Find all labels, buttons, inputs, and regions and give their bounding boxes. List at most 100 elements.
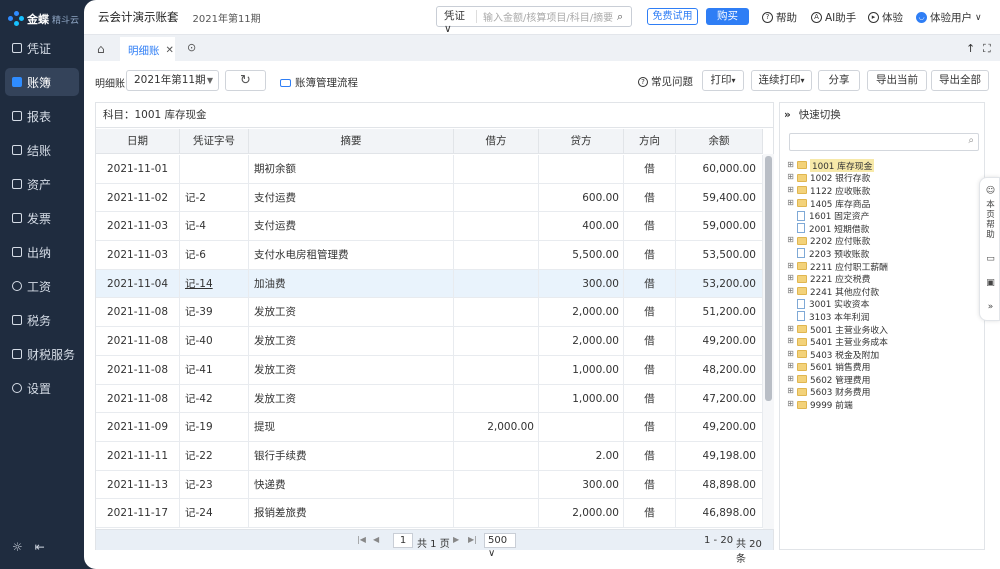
table-row[interactable]: 2021-11-17 记-24 报销差旅费 2,000.00 借 46,898.00 — [96, 499, 763, 528]
free-trial-button[interactable]: 免费试用 — [647, 8, 698, 25]
refresh-button[interactable]: ↻ — [225, 70, 266, 91]
expand-icon[interactable]: ⊞ — [786, 173, 795, 182]
voucher-cell[interactable]: 记-22 — [180, 441, 249, 470]
theme-icon[interactable]: ☼ — [12, 540, 23, 554]
quick-search-input[interactable]: ⌕ — [789, 133, 979, 151]
expand-icon[interactable]: ⊞ — [786, 274, 795, 283]
voucher-cell[interactable]: 记-41 — [180, 355, 249, 384]
chat-icon[interactable]: ☺ — [984, 186, 997, 196]
tree-node[interactable]: ⊞ 1122 应收账款 — [786, 184, 982, 197]
experience-link[interactable]: ▸ 体验 — [868, 10, 903, 25]
column-header[interactable]: 摘要 — [249, 129, 454, 154]
voucher-cell[interactable]: 记-40 — [180, 327, 249, 355]
column-header[interactable]: 凭证字号 — [180, 129, 249, 154]
tree-node[interactable]: ⊞ 5602 管理费用 — [786, 373, 982, 386]
tree-node[interactable]: ⊞ 5603 财务费用 — [786, 386, 982, 399]
tree-node[interactable]: ⊞ 2221 应交税费 — [786, 272, 982, 286]
brand-logo[interactable]: 金蝶 精斗云 — [8, 9, 79, 29]
faq-link[interactable]: ? 常见问题 — [638, 74, 693, 89]
sidebar-item[interactable]: 账簿 — [5, 68, 79, 96]
share-button[interactable]: 分享 — [818, 70, 860, 91]
sidebar-item[interactable]: 结账 — [5, 136, 79, 164]
tab-list-icon[interactable]: ⊙ — [187, 41, 196, 54]
expand-icon[interactable]: » — [984, 302, 997, 312]
sidebar-item[interactable]: 报表 — [5, 102, 79, 130]
tree-node[interactable]: ⊞ 9999 前端 — [786, 398, 982, 412]
export-current-button[interactable]: 导出当前 — [867, 70, 927, 91]
search-type-select[interactable]: 凭证 ∨ — [437, 10, 477, 35]
column-header[interactable]: 借方 — [454, 129, 539, 154]
table-row[interactable]: 2021-11-08 记-39 发放工资 2,000.00 借 51,200.00 — [96, 298, 763, 328]
help-link[interactable]: ? 帮助 — [762, 10, 797, 25]
double-chevron-right-icon[interactable]: » — [784, 103, 791, 128]
table-row[interactable]: 2021-11-03 记-4 支付运费 400.00 借 59,000.00 — [96, 212, 763, 242]
voucher-cell[interactable]: 记-24 — [180, 499, 249, 527]
column-header[interactable]: 日期 — [96, 129, 180, 154]
sidebar-item[interactable]: 设置 — [5, 374, 79, 402]
voucher-cell[interactable]: 记-14 — [180, 269, 249, 298]
tree-node[interactable]: ⊞ 5601 销售费用 — [786, 361, 982, 374]
expand-icon[interactable]: ⊞ — [786, 198, 795, 208]
ai-assistant-link[interactable]: A AI助手 — [811, 10, 856, 25]
tree-node[interactable]: ⊞ 5403 税金及附加 — [786, 348, 982, 361]
ledger-flow-link[interactable]: 账簿管理流程 — [280, 75, 358, 90]
sidebar-item[interactable]: 发票 — [5, 204, 79, 232]
voucher-cell[interactable]: 记-2 — [180, 183, 249, 212]
page-size-select[interactable]: 500 ∨ — [484, 533, 516, 559]
table-row[interactable]: 2021-11-03 记-6 支付水电房租管理费 5,500.00 借 53,500.00 — [96, 241, 763, 270]
table-row[interactable]: 2021-11-08 记-40 发放工资 2,000.00 借 49,200.00 — [96, 327, 763, 356]
tree-node[interactable]: ⊞ 1002 银行存款 — [786, 172, 982, 185]
expand-icon[interactable]: ⊞ — [786, 160, 795, 170]
voucher-cell[interactable]: 记-19 — [180, 413, 249, 441]
table-row[interactable]: 2021-11-09 记-19 提现 2,000.00 借 49,200.00 — [96, 413, 763, 442]
tree-node[interactable]: ⊞ 5001 主营业务收入 — [786, 323, 982, 336]
sidebar-item[interactable]: 凭证 — [5, 34, 79, 62]
search-icon[interactable]: ⌕ — [617, 10, 631, 24]
global-search[interactable]: 凭证 ∨ 输入金额/核算项目/科目/摘要 ⌕ — [436, 6, 632, 35]
tree-node[interactable]: ⊞ 2211 应付职工薪酬 — [786, 260, 982, 273]
sidebar-item[interactable]: 资产 — [5, 170, 79, 198]
expand-icon[interactable]: ⊞ — [786, 286, 795, 296]
vertical-scrollbar[interactable] — [763, 154, 774, 529]
column-header[interactable]: 方向 — [624, 129, 676, 154]
sidebar-item[interactable]: 工资 — [5, 272, 79, 300]
message-icon[interactable]: ▭ — [984, 254, 997, 264]
sidebar-item[interactable]: 出纳 — [5, 238, 79, 266]
voucher-cell[interactable]: 记-4 — [180, 212, 249, 241]
table-row[interactable]: 2021-11-01 期初余额 借 60,000.00 — [96, 155, 763, 184]
expand-icon[interactable]: ⊞ — [786, 349, 795, 359]
table-row[interactable]: 2021-11-13 记-23 快递费 300.00 借 48,898.00 — [96, 470, 763, 500]
account-set-title[interactable]: 云会计演示账套 — [98, 9, 179, 25]
sidebar-item[interactable]: 财税服务 — [5, 340, 79, 368]
expand-icon[interactable]: ⊞ — [786, 400, 795, 409]
tree-node[interactable]: ⊞ 1405 库存商品 — [786, 197, 982, 210]
tree-node[interactable]: 3001 实收资本 — [786, 298, 982, 310]
tree-node[interactable]: ⊞ 2241 其他应付款 — [786, 285, 982, 298]
expand-icon[interactable]: ⊞ — [786, 185, 795, 195]
tree-node[interactable]: ⊞ 1001 库存现金 — [786, 158, 982, 172]
scrollbar-thumb[interactable] — [765, 156, 772, 401]
voucher-cell[interactable]: 记-23 — [180, 470, 249, 499]
scroll-top-icon[interactable]: ↑ — [966, 42, 975, 55]
table-row[interactable]: 2021-11-11 记-22 银行手续费 2.00 借 49,198.00 — [96, 441, 763, 471]
search-input[interactable]: 输入金额/核算项目/科目/摘要 — [477, 9, 617, 24]
voucher-cell[interactable]: 记-42 — [180, 384, 249, 413]
home-icon[interactable]: ⌂ — [97, 42, 105, 56]
voucher-cell[interactable] — [180, 155, 249, 183]
expand-icon[interactable]: ⊞ — [786, 236, 795, 245]
buy-button[interactable]: 购买 — [706, 8, 749, 25]
print-button[interactable]: 打印▾ — [702, 70, 744, 91]
expand-icon[interactable]: ⊞ — [786, 337, 795, 346]
table-row[interactable]: 2021-11-02 记-2 支付运费 600.00 借 59,400.00 — [96, 183, 763, 213]
batch-print-button[interactable]: 连续打印▾ — [751, 70, 812, 91]
column-header[interactable]: 余额 — [676, 129, 763, 154]
tree-node[interactable]: ⊞ 5401 主营业务成本 — [786, 335, 982, 349]
collapse-icon[interactable]: ⇤ — [35, 540, 45, 554]
user-menu[interactable]: ◡ 体验用户 ∨ — [916, 10, 982, 25]
fullscreen-icon[interactable]: ⛶ — [983, 42, 991, 56]
table-row[interactable]: 2021-11-04 记-14 加油费 300.00 借 53,200.00 — [96, 269, 763, 299]
expand-icon[interactable]: ⊞ — [786, 374, 795, 384]
tree-node[interactable]: 1601 固定资产 — [786, 209, 982, 222]
expand-icon[interactable]: ⊞ — [786, 324, 795, 334]
column-header[interactable]: 贷方 — [539, 129, 624, 154]
